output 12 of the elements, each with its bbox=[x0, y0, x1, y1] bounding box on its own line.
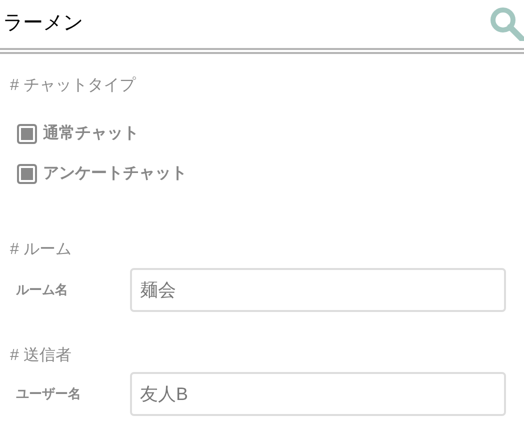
section-heading: # チャットタイプ bbox=[10, 76, 136, 96]
checkbox[interactable] bbox=[17, 124, 37, 144]
search-icon[interactable] bbox=[488, 5, 524, 41]
field-label: ルーム名 bbox=[15, 281, 69, 300]
field-label: ユーザー名 bbox=[15, 385, 82, 404]
section-heading: # 送信者 bbox=[10, 346, 72, 366]
checkbox[interactable] bbox=[17, 164, 37, 184]
checkbox-label: 通常チャット bbox=[43, 123, 139, 144]
room-name-field[interactable]: 麺会 bbox=[130, 268, 506, 312]
section-heading: # ルーム bbox=[10, 240, 72, 260]
user-name-field[interactable]: 友人B bbox=[130, 372, 506, 416]
checkbox-label: アンケートチャット bbox=[43, 164, 187, 184]
